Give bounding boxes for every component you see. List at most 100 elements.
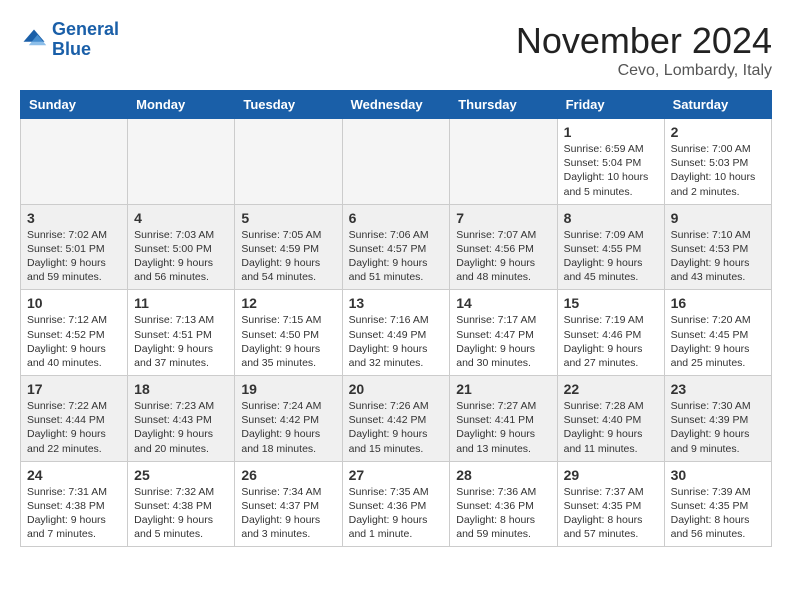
day-info: Sunrise: 7:34 AM Sunset: 4:37 PM Dayligh… [241,485,335,542]
calendar-cell: 11 Sunrise: 7:13 AM Sunset: 4:51 PM Dayli… [128,290,235,376]
calendar-cell: 1 Sunrise: 6:59 AM Sunset: 5:04 PM Daylig… [557,119,664,205]
page-header: General Blue November 2024 Cevo, Lombard… [20,20,772,80]
day-info: Sunrise: 7:07 AM Sunset: 4:56 PM Dayligh… [456,228,550,285]
day-info: Sunrise: 7:09 AM Sunset: 4:55 PM Dayligh… [564,228,658,285]
weekday-header-tuesday: Tuesday [235,91,342,119]
weekday-header-saturday: Saturday [664,91,771,119]
calendar-cell: 26 Sunrise: 7:34 AM Sunset: 4:37 PM Dayli… [235,461,342,547]
day-info: Sunrise: 7:06 AM Sunset: 4:57 PM Dayligh… [349,228,444,285]
title-area: November 2024 Cevo, Lombardy, Italy [516,20,772,80]
calendar-cell: 6Sunrise: 7:06 AM Sunset: 4:57 PM Daylig… [342,204,450,290]
calendar-week-1: 1 Sunrise: 6:59 AM Sunset: 5:04 PM Daylig… [21,119,772,205]
calendar-cell: 17 Sunrise: 7:22 AM Sunset: 4:44 PM Dayli… [21,376,128,462]
logo-text: General Blue [52,20,119,60]
day-info: Sunrise: 7:27 AM Sunset: 4:41 PM Dayligh… [456,399,550,456]
calendar-cell: 2 Sunrise: 7:00 AM Sunset: 5:03 PM Daylig… [664,119,771,205]
calendar-week-2: 3 Sunrise: 7:02 AM Sunset: 5:01 PM Daylig… [21,204,772,290]
day-number: 30 [671,467,765,483]
day-info: Sunrise: 7:22 AM Sunset: 4:44 PM Dayligh… [27,399,121,456]
day-number: 29 [564,467,658,483]
day-info: Sunrise: 7:15 AM Sunset: 4:50 PM Dayligh… [241,313,335,370]
day-number: 1 [564,124,658,140]
logo-icon [20,26,48,54]
day-number: 5 [241,210,335,226]
day-number: 21 [456,381,550,397]
day-info: Sunrise: 7:37 AM Sunset: 4:35 PM Dayligh… [564,485,658,542]
calendar-week-3: 10Sunrise: 7:12 AM Sunset: 4:52 PM Dayli… [21,290,772,376]
day-info: Sunrise: 7:12 AM Sunset: 4:52 PM Dayligh… [27,313,121,370]
calendar-cell: 29 Sunrise: 7:37 AM Sunset: 4:35 PM Dayli… [557,461,664,547]
day-info: Sunrise: 7:36 AM Sunset: 4:36 PM Dayligh… [456,485,550,542]
calendar-cell: 18 Sunrise: 7:23 AM Sunset: 4:43 PM Dayli… [128,376,235,462]
day-number: 27 [349,467,444,483]
calendar-cell: 27 Sunrise: 7:35 AM Sunset: 4:36 PM Dayli… [342,461,450,547]
calendar-cell: 20Sunrise: 7:26 AM Sunset: 4:42 PM Dayli… [342,376,450,462]
day-number: 2 [671,124,765,140]
day-info: Sunrise: 7:03 AM Sunset: 5:00 PM Dayligh… [134,228,228,285]
day-number: 17 [27,381,121,397]
calendar-cell: 21 Sunrise: 7:27 AM Sunset: 4:41 PM Dayli… [450,376,557,462]
logo-line1: General [52,19,119,39]
calendar-cell: 19 Sunrise: 7:24 AM Sunset: 4:42 PM Dayli… [235,376,342,462]
day-number: 18 [134,381,228,397]
calendar-cell: 16Sunrise: 7:20 AM Sunset: 4:45 PM Dayli… [664,290,771,376]
calendar-cell: 25 Sunrise: 7:32 AM Sunset: 4:38 PM Dayli… [128,461,235,547]
day-number: 19 [241,381,335,397]
day-info: Sunrise: 7:05 AM Sunset: 4:59 PM Dayligh… [241,228,335,285]
weekday-header-thursday: Thursday [450,91,557,119]
calendar-cell [21,119,128,205]
calendar-week-4: 17 Sunrise: 7:22 AM Sunset: 4:44 PM Dayli… [21,376,772,462]
day-info: Sunrise: 7:31 AM Sunset: 4:38 PM Dayligh… [27,485,121,542]
day-info: Sunrise: 7:39 AM Sunset: 4:35 PM Dayligh… [671,485,765,542]
calendar-cell: 4Sunrise: 7:03 AM Sunset: 5:00 PM Daylig… [128,204,235,290]
day-number: 25 [134,467,228,483]
day-number: 13 [349,295,444,311]
day-number: 9 [671,210,765,226]
weekday-header-wednesday: Wednesday [342,91,450,119]
day-info: Sunrise: 7:00 AM Sunset: 5:03 PM Dayligh… [671,142,765,199]
calendar-cell: 22 Sunrise: 7:28 AM Sunset: 4:40 PM Dayli… [557,376,664,462]
calendar-cell [342,119,450,205]
day-info: Sunrise: 6:59 AM Sunset: 5:04 PM Dayligh… [564,142,658,199]
day-info: Sunrise: 7:28 AM Sunset: 4:40 PM Dayligh… [564,399,658,456]
calendar-cell: 9Sunrise: 7:10 AM Sunset: 4:53 PM Daylig… [664,204,771,290]
day-info: Sunrise: 7:32 AM Sunset: 4:38 PM Dayligh… [134,485,228,542]
calendar-week-5: 24 Sunrise: 7:31 AM Sunset: 4:38 PM Dayli… [21,461,772,547]
day-info: Sunrise: 7:02 AM Sunset: 5:01 PM Dayligh… [27,228,121,285]
day-number: 16 [671,295,765,311]
calendar-cell: 12 Sunrise: 7:15 AM Sunset: 4:50 PM Dayli… [235,290,342,376]
day-info: Sunrise: 7:19 AM Sunset: 4:46 PM Dayligh… [564,313,658,370]
month-title: November 2024 [516,20,772,62]
day-info: Sunrise: 7:24 AM Sunset: 4:42 PM Dayligh… [241,399,335,456]
day-info: Sunrise: 7:35 AM Sunset: 4:36 PM Dayligh… [349,485,444,542]
calendar-cell: 10Sunrise: 7:12 AM Sunset: 4:52 PM Dayli… [21,290,128,376]
calendar-cell: 13 Sunrise: 7:16 AM Sunset: 4:49 PM Dayli… [342,290,450,376]
calendar-cell [450,119,557,205]
calendar-cell: 8Sunrise: 7:09 AM Sunset: 4:55 PM Daylig… [557,204,664,290]
logo-line2: Blue [52,39,91,59]
day-number: 28 [456,467,550,483]
location: Cevo, Lombardy, Italy [516,62,772,80]
day-info: Sunrise: 7:30 AM Sunset: 4:39 PM Dayligh… [671,399,765,456]
day-info: Sunrise: 7:23 AM Sunset: 4:43 PM Dayligh… [134,399,228,456]
calendar-cell: 3 Sunrise: 7:02 AM Sunset: 5:01 PM Daylig… [21,204,128,290]
day-number: 22 [564,381,658,397]
day-number: 15 [564,295,658,311]
calendar-cell: 7Sunrise: 7:07 AM Sunset: 4:56 PM Daylig… [450,204,557,290]
day-number: 12 [241,295,335,311]
day-number: 11 [134,295,228,311]
weekday-header-friday: Friday [557,91,664,119]
day-number: 24 [27,467,121,483]
day-info: Sunrise: 7:17 AM Sunset: 4:47 PM Dayligh… [456,313,550,370]
weekday-header-row: SundayMondayTuesdayWednesdayThursdayFrid… [21,91,772,119]
day-info: Sunrise: 7:13 AM Sunset: 4:51 PM Dayligh… [134,313,228,370]
logo: General Blue [20,20,119,60]
day-info: Sunrise: 7:16 AM Sunset: 4:49 PM Dayligh… [349,313,444,370]
calendar-cell [235,119,342,205]
day-number: 26 [241,467,335,483]
day-number: 3 [27,210,121,226]
weekday-header-monday: Monday [128,91,235,119]
calendar-cell: 23Sunrise: 7:30 AM Sunset: 4:39 PM Dayli… [664,376,771,462]
day-number: 20 [349,381,444,397]
calendar-cell: 30 Sunrise: 7:39 AM Sunset: 4:35 PM Dayli… [664,461,771,547]
